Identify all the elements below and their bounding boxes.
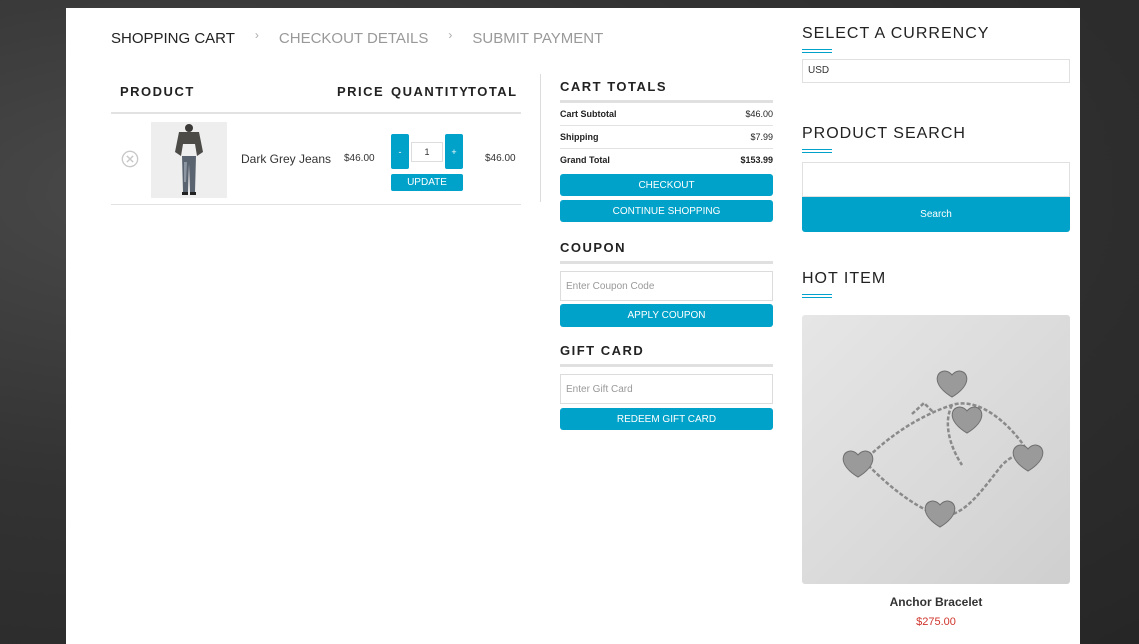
grand-total-row: Grand Total $153.99 — [560, 149, 773, 171]
title-underline — [802, 149, 832, 153]
update-cart-button[interactable]: UPDATE — [391, 174, 463, 191]
coupon-title: COUPON — [560, 240, 773, 264]
product-line-total: $46.00 — [485, 153, 516, 164]
currency-title: SELECT A CURRENCY — [802, 25, 990, 42]
cart-table: PRODUCT PRICE QUANTITY TOTAL Dark Grey J… — [111, 74, 521, 205]
currency-widget: SELECT A CURRENCY USD — [802, 25, 1070, 83]
header-product: PRODUCT — [120, 84, 195, 99]
currency-select[interactable]: USD — [802, 59, 1070, 83]
column-divider — [540, 74, 541, 202]
grand-total-value: $153.99 — [740, 155, 773, 165]
product-search-title: PRODUCT SEARCH — [802, 125, 966, 142]
breadcrumb: SHOPPING CART › CHECKOUT DETAILS › SUBMI… — [111, 27, 603, 48]
product-search-widget: PRODUCT SEARCH Search — [802, 125, 1070, 232]
coupon-code-input[interactable] — [560, 271, 773, 301]
hot-item-image[interactable] — [802, 315, 1070, 584]
step-shopping-cart[interactable]: SHOPPING CART — [111, 30, 235, 47]
product-thumbnail[interactable] — [151, 122, 227, 198]
hot-item-widget: HOT ITEM Anchor Bracelet $275.00 — [802, 270, 1070, 628]
search-button[interactable]: Search — [802, 197, 1070, 232]
checkout-page: SHOPPING CART › CHECKOUT DETAILS › SUBMI… — [66, 8, 1080, 644]
checkout-button[interactable]: CHECKOUT — [560, 174, 773, 196]
continue-shopping-button[interactable]: CONTINUE SHOPPING — [560, 200, 773, 222]
gift-card-input[interactable] — [560, 374, 773, 404]
hot-item-price: $275.00 — [916, 616, 956, 628]
step-submit-payment[interactable]: SUBMIT PAYMENT — [472, 30, 603, 47]
shipping-label: Shipping — [560, 132, 599, 142]
chevron-right-icon: › — [254, 27, 259, 42]
apply-coupon-button[interactable]: APPLY COUPON — [560, 304, 773, 327]
title-underline — [802, 49, 832, 53]
quantity-increase-button[interactable]: + — [445, 134, 463, 169]
header-quantity: QUANTITY — [391, 84, 470, 99]
hot-item-name[interactable]: Anchor Bracelet — [802, 595, 1070, 609]
product-name-link[interactable]: Dark Grey Jeans — [241, 152, 331, 166]
hot-item-title: HOT ITEM — [802, 270, 887, 287]
subtotal-row: Cart Subtotal $46.00 — [560, 103, 773, 126]
subtotal-label: Cart Subtotal — [560, 109, 617, 119]
shipping-value: $7.99 — [750, 132, 773, 142]
coupon-panel: COUPON APPLY COUPON — [560, 240, 773, 327]
grand-total-label: Grand Total — [560, 155, 610, 165]
title-underline — [802, 294, 832, 298]
product-price: $46.00 — [344, 153, 375, 164]
header-price: PRICE — [337, 84, 385, 99]
cart-table-header: PRODUCT PRICE QUANTITY TOTAL — [111, 74, 521, 114]
table-row: Dark Grey Jeans $46.00 - + UPDATE $46.00 — [111, 114, 521, 205]
cart-totals-panel: CART TOTALS Cart Subtotal $46.00 Shippin… — [560, 79, 773, 222]
shipping-row: Shipping $7.99 — [560, 126, 773, 149]
cart-totals-title: CART TOTALS — [560, 79, 773, 103]
gift-card-panel: GIFT CARD REDEEM GIFT CARD — [560, 343, 773, 430]
gift-card-title: GIFT CARD — [560, 343, 773, 367]
quantity-decrease-button[interactable]: - — [391, 134, 409, 169]
quantity-input[interactable] — [411, 142, 443, 162]
header-total: TOTAL — [468, 84, 518, 99]
search-input[interactable] — [802, 162, 1070, 197]
remove-item-icon[interactable] — [121, 150, 139, 168]
step-checkout-details[interactable]: CHECKOUT DETAILS — [279, 30, 428, 47]
redeem-gift-card-button[interactable]: REDEEM GIFT CARD — [560, 408, 773, 430]
subtotal-value: $46.00 — [745, 109, 773, 119]
chevron-right-icon: › — [448, 27, 453, 42]
